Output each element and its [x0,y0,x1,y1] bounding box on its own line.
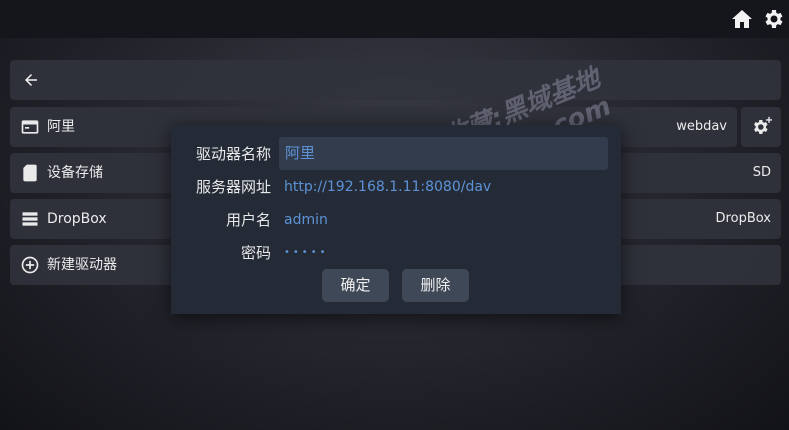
server-icon [22,212,38,226]
plus-circle-icon [21,256,39,274]
drive-label: 阿里 [47,119,75,135]
username-label: 用户名 [225,211,271,229]
drive-label: DropBox [47,211,107,227]
arrow-left-icon[interactable] [22,71,40,89]
server-url-input[interactable]: http://192.168.1.11:8080/dav [284,177,491,197]
delete-button[interactable]: 删除 [402,269,469,302]
gear-icon[interactable] [761,7,785,31]
drive-label: 新建驱动器 [47,257,117,273]
drive-type: webdav [676,119,727,134]
drive-name-input[interactable]: 阿里 [279,137,608,170]
drive-type: DropBox [715,211,771,226]
sd-card-icon [23,164,37,182]
drive-label: 设备存储 [47,165,103,181]
drive-type: SD [752,165,771,180]
top-bar [0,0,789,38]
drive-settings-button[interactable] [741,107,781,147]
password-input[interactable]: ••••• [284,243,329,263]
gear-plus-icon [754,116,772,135]
confirm-button[interactable]: 确定 [322,269,389,302]
window-icon [21,120,39,134]
drive-edit-dialog: 驱动器名称 阿里 服务器网址 http://192.168.1.11:8080/… [171,125,621,314]
header-bar [10,60,781,100]
server-url-label: 服务器网址 [195,178,271,196]
username-input[interactable]: admin [284,210,328,230]
home-icon[interactable] [730,7,754,31]
drive-name-label: 驱动器名称 [195,145,271,163]
password-label: 密码 [240,244,271,262]
